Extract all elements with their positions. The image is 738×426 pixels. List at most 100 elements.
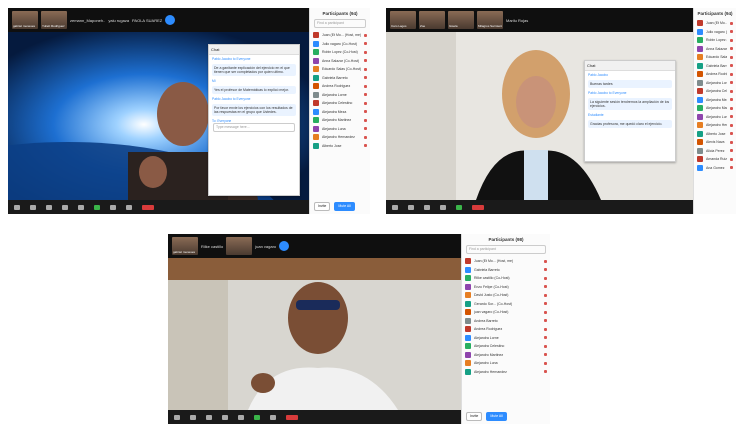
- mic-muted-icon[interactable]: [730, 89, 733, 93]
- participant-row[interactable]: Robin Lopez (Co-Host): [310, 48, 370, 57]
- thumbnail[interactable]: Milagros Sarmiento: [477, 11, 503, 29]
- leave-button[interactable]: [142, 204, 154, 210]
- mic-muted-icon[interactable]: [544, 259, 547, 263]
- participant-row[interactable]: Anna Salazar (Co-Host): [310, 57, 370, 66]
- participant-row[interactable]: Eduardo Salas (Co-Host): [694, 53, 736, 62]
- participant-row[interactable]: Alejandra Celestino: [310, 99, 370, 108]
- mute-all-button[interactable]: Mute All: [486, 412, 507, 421]
- reactions-button[interactable]: [126, 204, 132, 210]
- participant-row[interactable]: Alejandra Meza: [310, 108, 370, 117]
- chat-button[interactable]: [78, 204, 84, 210]
- security-button[interactable]: [206, 414, 212, 420]
- leave-button[interactable]: [286, 414, 298, 420]
- participant-row[interactable]: Eduardo Salas (Co-Host): [310, 65, 370, 74]
- mic-muted-icon[interactable]: [364, 144, 367, 148]
- mic-muted-icon[interactable]: [544, 302, 547, 306]
- participant-row[interactable]: Alejandra Celestino: [462, 342, 550, 351]
- mic-muted-icon[interactable]: [364, 93, 367, 97]
- mute-button[interactable]: [174, 414, 180, 420]
- mic-muted-icon[interactable]: [544, 310, 547, 314]
- participant-row[interactable]: juan vagaro (Co-Host): [462, 308, 550, 317]
- mic-muted-icon[interactable]: [364, 59, 367, 63]
- mic-muted-icon[interactable]: [730, 21, 733, 25]
- participant-row[interactable]: Alejandro Martinez: [694, 104, 736, 113]
- participant-row[interactable]: Alejandro Hernandez: [462, 368, 550, 377]
- mic-muted-icon[interactable]: [544, 319, 547, 323]
- mic-muted-icon[interactable]: [730, 115, 733, 119]
- participant-row[interactable]: Andrea Rodriguez: [462, 325, 550, 334]
- mic-muted-icon[interactable]: [730, 55, 733, 59]
- mic-muted-icon[interactable]: [730, 72, 733, 76]
- mic-muted-icon[interactable]: [730, 106, 733, 110]
- participant-row[interactable]: Gabriela Barreto: [462, 266, 550, 275]
- video-button[interactable]: [408, 204, 414, 210]
- invite-button[interactable]: Invite: [466, 412, 483, 421]
- mic-muted-icon[interactable]: [364, 33, 367, 37]
- participants-button[interactable]: [62, 204, 68, 210]
- participant-row[interactable]: Alejandra Celestino: [694, 87, 736, 96]
- participant-row[interactable]: Gerardo Sor... (Co-Host): [462, 300, 550, 309]
- participant-row[interactable]: Juan (Et Mo... (Host, me): [694, 19, 736, 28]
- mic-muted-icon[interactable]: [730, 98, 733, 102]
- participant-row[interactable]: Alejandro Martinez: [462, 351, 550, 360]
- mic-muted-icon[interactable]: [544, 268, 547, 272]
- mute-button[interactable]: [392, 204, 398, 210]
- participant-row[interactable]: Juan (Et Mo... (Host, me): [310, 31, 370, 40]
- participant-row[interactable]: Alejandro Martinez: [310, 116, 370, 125]
- mic-muted-icon[interactable]: [730, 123, 733, 127]
- mic-muted-icon[interactable]: [364, 50, 367, 54]
- participant-row[interactable]: Alejandra Lorne: [310, 91, 370, 100]
- participant-row[interactable]: Alberto Jose: [694, 130, 736, 139]
- share-screen-button[interactable]: [456, 204, 462, 210]
- participant-row[interactable]: Alberto Jose: [310, 142, 370, 151]
- participant-row[interactable]: Alejandra Meza: [694, 96, 736, 105]
- video-button[interactable]: [30, 204, 36, 210]
- participant-row[interactable]: Gabriela Barreto: [310, 74, 370, 83]
- invite-button[interactable]: Invite: [314, 202, 331, 211]
- mic-muted-icon[interactable]: [730, 140, 733, 144]
- security-button[interactable]: [46, 204, 52, 210]
- participant-row[interactable]: Andrea Rodriguez: [310, 82, 370, 91]
- participant-row[interactable]: Anna Salazar (Co-Host): [694, 45, 736, 54]
- mic-muted-icon[interactable]: [364, 127, 367, 131]
- chat-input[interactable]: Type message here...: [213, 123, 295, 132]
- share-screen-button[interactable]: [254, 414, 260, 420]
- leave-button[interactable]: [472, 204, 484, 210]
- mic-muted-icon[interactable]: [364, 76, 367, 80]
- thumbnail[interactable]: Caro Lagos: [390, 11, 416, 29]
- mic-muted-icon[interactable]: [544, 276, 547, 280]
- participant-row[interactable]: Alejandro Luna: [310, 125, 370, 134]
- mic-muted-icon[interactable]: [364, 101, 367, 105]
- participant-row[interactable]: Julio vagaro (Co-Host): [694, 28, 736, 37]
- participant-row[interactable]: Juan (Et Mo... (Host, me): [462, 257, 550, 266]
- participant-row[interactable]: Enzo Felipe (Co-Host): [462, 283, 550, 292]
- participant-row[interactable]: Alejandro Luna: [462, 359, 550, 368]
- participant-row[interactable]: Alejandra Lorne: [462, 334, 550, 343]
- thumbnail[interactable]: Yuliett Rodriguez: [41, 11, 67, 29]
- mic-muted-icon[interactable]: [730, 64, 733, 68]
- thumbnail[interactable]: Gisela: [448, 11, 474, 29]
- participant-row[interactable]: Julio vagaro (Co-Host): [310, 40, 370, 49]
- mute-all-button[interactable]: Mute All: [334, 202, 355, 211]
- mic-muted-icon[interactable]: [364, 67, 367, 71]
- participant-row[interactable]: Rilke castillo (Co-Host): [462, 274, 550, 283]
- mic-muted-icon[interactable]: [544, 285, 547, 289]
- participant-row[interactable]: Gabriela Barreto: [694, 62, 736, 71]
- participant-row[interactable]: Alejandro Hernandez: [310, 133, 370, 142]
- mic-muted-icon[interactable]: [544, 336, 547, 340]
- participant-row[interactable]: Alejandra Lorne: [694, 79, 736, 88]
- participant-row[interactable]: Andrea Barreto: [462, 317, 550, 326]
- share-screen-button[interactable]: [94, 204, 100, 210]
- mic-muted-icon[interactable]: [544, 361, 547, 365]
- chat-button[interactable]: [440, 204, 446, 210]
- mic-muted-icon[interactable]: [544, 370, 547, 374]
- participant-row[interactable]: Ana Gomez: [694, 164, 736, 173]
- record-button[interactable]: [270, 414, 276, 420]
- participant-row[interactable]: David Justo (Co-Host): [462, 291, 550, 300]
- mic-muted-icon[interactable]: [364, 135, 367, 139]
- mic-muted-icon[interactable]: [730, 81, 733, 85]
- participants-button[interactable]: [222, 414, 228, 420]
- mic-muted-icon[interactable]: [544, 344, 547, 348]
- mic-muted-icon[interactable]: [730, 157, 733, 161]
- participant-row[interactable]: Amanda Ruiz: [694, 155, 736, 164]
